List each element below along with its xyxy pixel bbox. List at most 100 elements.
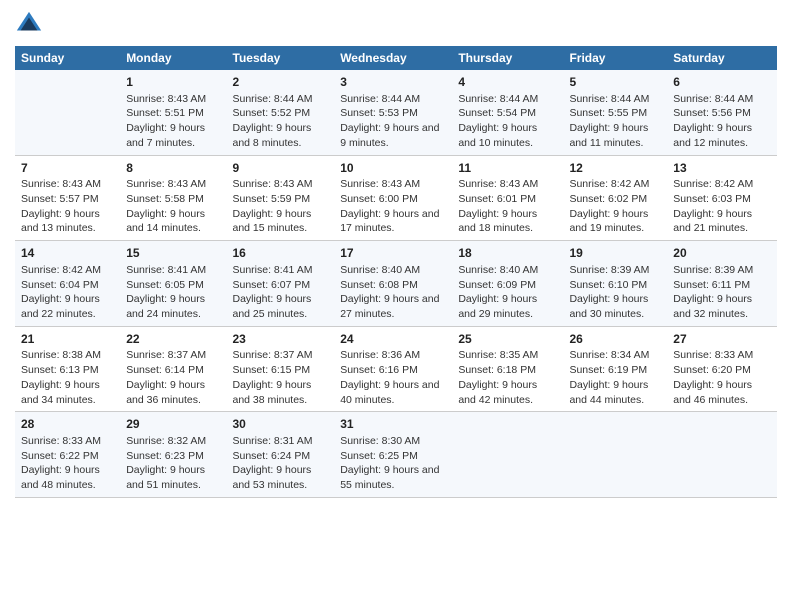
daylight-text: Daylight: 9 hours and 12 minutes. (673, 121, 771, 150)
daylight-text: Daylight: 9 hours and 19 minutes. (569, 207, 661, 236)
cell-day-7: 7Sunrise: 8:43 AMSunset: 5:57 PMDaylight… (15, 155, 120, 241)
sunset-text: Sunset: 5:54 PM (458, 106, 557, 121)
cell-day-14: 14Sunrise: 8:42 AMSunset: 6:04 PMDayligh… (15, 241, 120, 327)
daylight-text: Daylight: 9 hours and 40 minutes. (340, 378, 446, 407)
cell-day-12: 12Sunrise: 8:42 AMSunset: 6:02 PMDayligh… (563, 155, 667, 241)
sunset-text: Sunset: 6:04 PM (21, 278, 114, 293)
day-number: 7 (21, 160, 114, 177)
sunrise-text: Sunrise: 8:32 AM (126, 434, 220, 449)
day-number: 1 (126, 74, 220, 91)
col-header-thursday: Thursday (452, 46, 563, 70)
week-row-2: 7Sunrise: 8:43 AMSunset: 5:57 PMDaylight… (15, 155, 777, 241)
sunrise-text: Sunrise: 8:44 AM (673, 92, 771, 107)
day-number: 21 (21, 331, 114, 348)
sunset-text: Sunset: 6:15 PM (233, 363, 329, 378)
cell-day-3: 3Sunrise: 8:44 AMSunset: 5:53 PMDaylight… (334, 70, 452, 155)
day-number: 10 (340, 160, 446, 177)
sunrise-text: Sunrise: 8:37 AM (126, 348, 220, 363)
daylight-text: Daylight: 9 hours and 36 minutes. (126, 378, 220, 407)
day-number: 3 (340, 74, 446, 91)
sunrise-text: Sunrise: 8:43 AM (458, 177, 557, 192)
daylight-text: Daylight: 9 hours and 15 minutes. (233, 207, 329, 236)
sunset-text: Sunset: 6:13 PM (21, 363, 114, 378)
day-number: 29 (126, 416, 220, 433)
cell-day-9: 9Sunrise: 8:43 AMSunset: 5:59 PMDaylight… (227, 155, 335, 241)
sunset-text: Sunset: 5:59 PM (233, 192, 329, 207)
cell-day-10: 10Sunrise: 8:43 AMSunset: 6:00 PMDayligh… (334, 155, 452, 241)
sunset-text: Sunset: 6:05 PM (126, 278, 220, 293)
col-header-sunday: Sunday (15, 46, 120, 70)
sunrise-text: Sunrise: 8:36 AM (340, 348, 446, 363)
sunrise-text: Sunrise: 8:33 AM (673, 348, 771, 363)
daylight-text: Daylight: 9 hours and 38 minutes. (233, 378, 329, 407)
cell-day-28: 28Sunrise: 8:33 AMSunset: 6:22 PMDayligh… (15, 412, 120, 498)
sunset-text: Sunset: 6:03 PM (673, 192, 771, 207)
sunrise-text: Sunrise: 8:43 AM (340, 177, 446, 192)
cell-day-30: 30Sunrise: 8:31 AMSunset: 6:24 PMDayligh… (227, 412, 335, 498)
cell-day-15: 15Sunrise: 8:41 AMSunset: 6:05 PMDayligh… (120, 241, 226, 327)
cell-day-empty (563, 412, 667, 498)
cell-day-27: 27Sunrise: 8:33 AMSunset: 6:20 PMDayligh… (667, 326, 777, 412)
sunrise-text: Sunrise: 8:39 AM (673, 263, 771, 278)
day-number: 16 (233, 245, 329, 262)
sunrise-text: Sunrise: 8:43 AM (21, 177, 114, 192)
day-number: 6 (673, 74, 771, 91)
sunset-text: Sunset: 6:08 PM (340, 278, 446, 293)
daylight-text: Daylight: 9 hours and 18 minutes. (458, 207, 557, 236)
day-number: 14 (21, 245, 114, 262)
daylight-text: Daylight: 9 hours and 27 minutes. (340, 292, 446, 321)
header-row: SundayMondayTuesdayWednesdayThursdayFrid… (15, 46, 777, 70)
sunset-text: Sunset: 6:16 PM (340, 363, 446, 378)
daylight-text: Daylight: 9 hours and 55 minutes. (340, 463, 446, 492)
sunset-text: Sunset: 6:07 PM (233, 278, 329, 293)
day-number: 26 (569, 331, 661, 348)
sunrise-text: Sunrise: 8:44 AM (233, 92, 329, 107)
cell-day-empty (15, 70, 120, 155)
col-header-saturday: Saturday (667, 46, 777, 70)
cell-day-13: 13Sunrise: 8:42 AMSunset: 6:03 PMDayligh… (667, 155, 777, 241)
daylight-text: Daylight: 9 hours and 10 minutes. (458, 121, 557, 150)
day-number: 28 (21, 416, 114, 433)
sunrise-text: Sunrise: 8:39 AM (569, 263, 661, 278)
sunrise-text: Sunrise: 8:33 AM (21, 434, 114, 449)
daylight-text: Daylight: 9 hours and 21 minutes. (673, 207, 771, 236)
daylight-text: Daylight: 9 hours and 42 minutes. (458, 378, 557, 407)
cell-day-16: 16Sunrise: 8:41 AMSunset: 6:07 PMDayligh… (227, 241, 335, 327)
sunset-text: Sunset: 5:56 PM (673, 106, 771, 121)
cell-day-5: 5Sunrise: 8:44 AMSunset: 5:55 PMDaylight… (563, 70, 667, 155)
daylight-text: Daylight: 9 hours and 7 minutes. (126, 121, 220, 150)
daylight-text: Daylight: 9 hours and 24 minutes. (126, 292, 220, 321)
day-number: 8 (126, 160, 220, 177)
day-number: 20 (673, 245, 771, 262)
col-header-monday: Monday (120, 46, 226, 70)
sunrise-text: Sunrise: 8:42 AM (21, 263, 114, 278)
sunrise-text: Sunrise: 8:44 AM (458, 92, 557, 107)
sunset-text: Sunset: 6:11 PM (673, 278, 771, 293)
day-number: 19 (569, 245, 661, 262)
sunrise-text: Sunrise: 8:35 AM (458, 348, 557, 363)
cell-day-25: 25Sunrise: 8:35 AMSunset: 6:18 PMDayligh… (452, 326, 563, 412)
cell-day-6: 6Sunrise: 8:44 AMSunset: 5:56 PMDaylight… (667, 70, 777, 155)
cell-day-21: 21Sunrise: 8:38 AMSunset: 6:13 PMDayligh… (15, 326, 120, 412)
sunset-text: Sunset: 5:53 PM (340, 106, 446, 121)
sunset-text: Sunset: 6:24 PM (233, 449, 329, 464)
sunset-text: Sunset: 6:02 PM (569, 192, 661, 207)
sunset-text: Sunset: 6:20 PM (673, 363, 771, 378)
page: SundayMondayTuesdayWednesdayThursdayFrid… (0, 0, 792, 612)
sunset-text: Sunset: 6:00 PM (340, 192, 446, 207)
sunrise-text: Sunrise: 8:43 AM (233, 177, 329, 192)
daylight-text: Daylight: 9 hours and 22 minutes. (21, 292, 114, 321)
daylight-text: Daylight: 9 hours and 34 minutes. (21, 378, 114, 407)
day-number: 11 (458, 160, 557, 177)
sunrise-text: Sunrise: 8:43 AM (126, 92, 220, 107)
day-number: 24 (340, 331, 446, 348)
sunset-text: Sunset: 6:09 PM (458, 278, 557, 293)
day-number: 22 (126, 331, 220, 348)
daylight-text: Daylight: 9 hours and 53 minutes. (233, 463, 329, 492)
sunset-text: Sunset: 6:19 PM (569, 363, 661, 378)
sunrise-text: Sunrise: 8:40 AM (458, 263, 557, 278)
sunrise-text: Sunrise: 8:31 AM (233, 434, 329, 449)
day-number: 31 (340, 416, 446, 433)
week-row-1: 1Sunrise: 8:43 AMSunset: 5:51 PMDaylight… (15, 70, 777, 155)
daylight-text: Daylight: 9 hours and 48 minutes. (21, 463, 114, 492)
